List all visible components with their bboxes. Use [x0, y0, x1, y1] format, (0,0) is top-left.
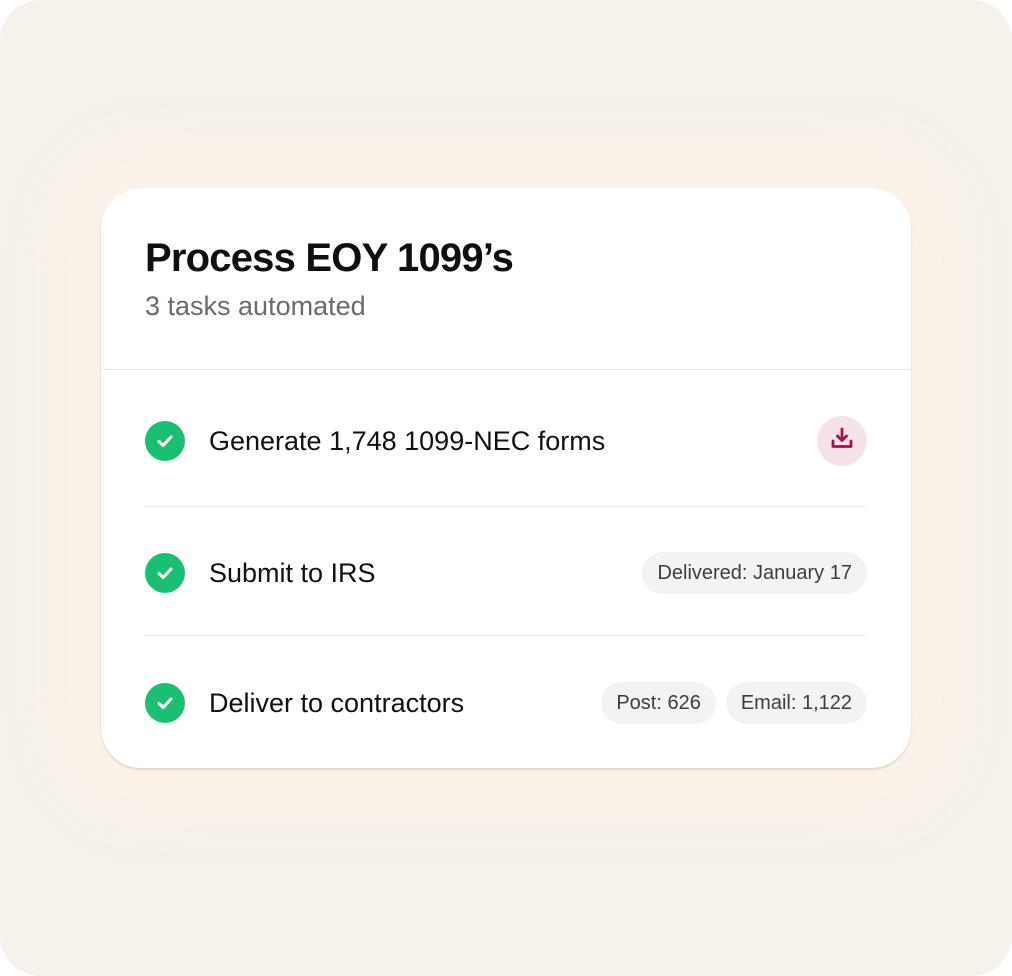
- task-label: Deliver to contractors: [209, 688, 465, 718]
- task-row-deliver-contractors: Deliver to contractors Post: 626 Email: …: [145, 681, 867, 725]
- post-count-badge: Post: 626: [601, 682, 716, 724]
- task-card: Process EOY 1099’s 3 tasks automated Gen…: [101, 188, 911, 768]
- card-header: Process EOY 1099’s 3 tasks automated: [145, 232, 867, 324]
- header-divider: [101, 369, 911, 370]
- email-count-badge: Email: 1,122: [725, 682, 867, 724]
- row-divider: [145, 635, 867, 636]
- task-row-submit-irs: Submit to IRS Delivered: January 17: [145, 552, 867, 594]
- download-button[interactable]: [817, 416, 867, 466]
- task-label: Generate 1,748 1099-NEC forms: [209, 426, 606, 456]
- task-label: Submit to IRS: [209, 558, 376, 588]
- delivered-date-badge: Delivered: January 17: [642, 552, 867, 594]
- download-icon: [829, 426, 855, 457]
- status-pills: Delivered: January 17: [642, 552, 867, 594]
- check-circle-icon: [145, 683, 185, 723]
- task-row-generate-forms: Generate 1,748 1099-NEC forms: [145, 416, 867, 466]
- page-background: Process EOY 1099’s 3 tasks automated Gen…: [0, 0, 1012, 976]
- row-divider: [145, 506, 867, 507]
- card-subtitle: 3 tasks automated: [145, 291, 366, 321]
- check-circle-icon: [145, 553, 185, 593]
- check-circle-icon: [145, 421, 185, 461]
- status-pills: Post: 626 Email: 1,122: [601, 682, 867, 724]
- card-title: Process EOY 1099’s: [145, 236, 514, 280]
